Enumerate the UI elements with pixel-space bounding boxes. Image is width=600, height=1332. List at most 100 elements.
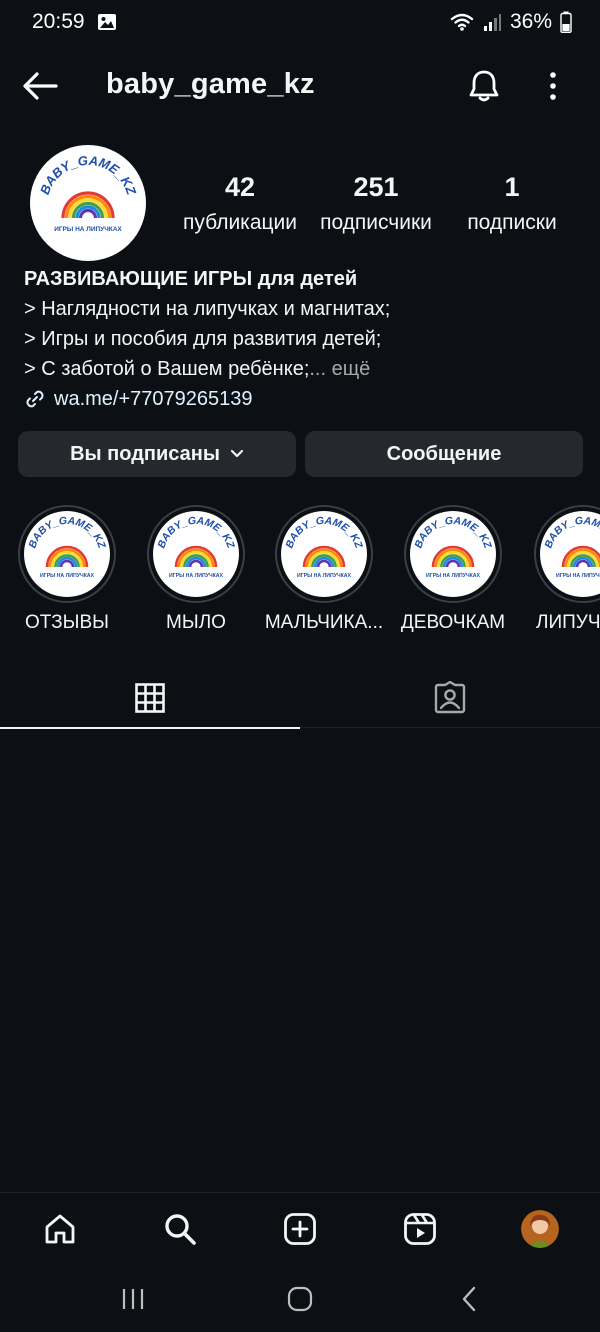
highlight-label: ОТЗЫВЫ — [25, 612, 109, 633]
bio-more-link[interactable]: ... ещё — [309, 358, 370, 380]
status-time: 20:59 — [32, 10, 85, 33]
battery-icon — [560, 11, 572, 33]
stat-followers-label: подписчики — [320, 211, 432, 234]
stat-followers-value: 251 — [353, 172, 399, 202]
nav-reels[interactable] — [400, 1209, 440, 1249]
baby-game-logo-small: BABY_GAME_KZ ИГРЫ НА ЛИПУЧКАХ — [412, 515, 493, 579]
highlight-label: МЫЛО — [166, 612, 226, 633]
chevron-down-icon — [230, 449, 244, 458]
battery-percent: 36% — [509, 10, 552, 33]
nav-create[interactable] — [280, 1209, 320, 1249]
back-button[interactable] — [450, 1284, 490, 1314]
stat-followers[interactable]: 251 подписчики — [312, 170, 440, 238]
logo-brand-text: BABY_GAME_KZ — [155, 515, 236, 551]
status-bar: 20:59 36% — [0, 0, 600, 44]
svg-text:BABY_GAME_KZ: BABY_GAME_KZ — [412, 515, 493, 551]
highlight-item[interactable]: BABY_GAME_KZ ИГРЫ НА ЛИПУЧКАХ ЛИПУЧ — [518, 505, 600, 635]
bio-title: РАЗВИВАЮЩИЕ ИГРЫ для детей — [24, 268, 358, 290]
message-button[interactable]: Сообщение — [305, 431, 583, 477]
baby-game-logo-small: BABY_GAME_KZ ИГРЫ НА ЛИПУЧКАХ — [542, 515, 600, 579]
profile-avatar[interactable]: BABY_GAME_KZ ИГРЫ НА ЛИПУЧКАХ — [30, 145, 146, 261]
nav-profile[interactable] — [520, 1209, 560, 1249]
highlight-item[interactable]: BABY_GAME_KZ ИГРЫ НА ЛИПУЧКАХ ДЕВОЧКАМ — [388, 505, 518, 635]
message-button-label: Сообщение — [386, 442, 502, 465]
highlight-cover: BABY_GAME_KZ ИГРЫ НА ЛИПУЧКАХ — [534, 505, 600, 603]
logo-tagline: ИГРЫ НА ЛИПУЧКАХ — [169, 573, 223, 579]
highlight-logo: BABY_GAME_KZ ИГРЫ НА ЛИПУЧКАХ — [281, 511, 367, 597]
home-icon — [45, 1214, 75, 1244]
highlight-label: МАЛЬЧИКА... — [264, 612, 384, 633]
gallery-icon — [97, 14, 116, 30]
plus-square-icon — [284, 1213, 316, 1245]
bell-icon[interactable] — [466, 68, 502, 104]
rainbow-stripe — [445, 559, 461, 568]
story-highlights: BABY_GAME_KZ ИГРЫ НА ЛИПУЧКАХ ОТЗЫВЫ BABY… — [0, 505, 600, 645]
svg-text:BABY_GAME_KZ: BABY_GAME_KZ — [26, 515, 107, 551]
svg-text:BABY_GAME_KZ: BABY_GAME_KZ — [155, 515, 236, 551]
stat-following[interactable]: 1 подписки — [460, 170, 564, 238]
profile-bio: РАЗВИВАЮЩИЕ ИГРЫ для детей > Наглядности… — [24, 264, 584, 414]
svg-text:BABY_GAME_KZ: BABY_GAME_KZ — [542, 515, 600, 551]
signal-icon — [483, 14, 501, 31]
highlight-cover: BABY_GAME_KZ ИГРЫ НА ЛИПУЧКАХ — [404, 505, 502, 603]
highlight-logo: BABY_GAME_KZ ИГРЫ НА ЛИПУЧКАХ — [540, 511, 600, 597]
bio-line: > Наглядности на липучках и магнитах; — [24, 298, 391, 320]
highlight-logo: BABY_GAME_KZ ИГРЫ НА ЛИПУЧКАХ — [24, 511, 110, 597]
tagged-icon — [434, 681, 466, 714]
more-vertical-icon[interactable] — [540, 70, 566, 102]
baby-game-logo: BABY_GAME_KZ ИГРЫ НА ЛИПУЧКАХ — [33, 148, 143, 258]
baby-game-logo-small: BABY_GAME_KZ ИГРЫ НА ЛИПУЧКАХ — [283, 515, 364, 579]
user-avatar — [521, 1210, 559, 1248]
recent-apps-button[interactable] — [113, 1284, 153, 1314]
logo-tagline: ИГРЫ НА ЛИПУЧКАХ — [426, 573, 480, 579]
stat-following-value: 1 — [504, 172, 520, 202]
grid-icon — [135, 683, 165, 713]
home-circle-icon — [287, 1286, 313, 1312]
highlight-cover: BABY_GAME_KZ ИГРЫ НА ЛИПУЧКАХ — [275, 505, 373, 603]
bio-website-text: wa.me/+77079265139 — [54, 388, 253, 410]
recent-apps-icon — [122, 1289, 144, 1309]
nav-home[interactable] — [40, 1209, 80, 1249]
profile-tabs — [0, 668, 600, 729]
bio-website[interactable]: wa.me/+77079265139 — [24, 384, 584, 414]
tab-tagged[interactable] — [300, 668, 600, 728]
profile-header: baby_game_kz — [0, 56, 600, 116]
rainbow-stripe — [59, 559, 75, 568]
chevron-left-icon — [462, 1286, 476, 1312]
link-icon — [26, 390, 44, 408]
logo-tagline: ИГРЫ НА ЛИПУЧКАХ — [54, 226, 122, 233]
active-tab-indicator — [0, 727, 300, 729]
following-button[interactable]: Вы подписаны — [18, 431, 296, 477]
logo-brand-text: BABY_GAME_KZ — [283, 515, 364, 551]
highlight-item[interactable]: BABY_GAME_KZ ИГРЫ НА ЛИПУЧКАХ МАЛЬЧИКА... — [259, 505, 389, 635]
svg-text:BABY_GAME_KZ: BABY_GAME_KZ — [283, 515, 364, 551]
profile-username: baby_game_kz — [106, 68, 315, 100]
wifi-icon — [450, 13, 474, 31]
highlight-cover: BABY_GAME_KZ ИГРЫ НА ЛИПУЧКАХ — [18, 505, 116, 603]
stat-posts-label: публикации — [183, 211, 297, 234]
logo-tagline: ИГРЫ НА ЛИПУЧКАХ — [297, 573, 351, 579]
highlight-label: ДЕВОЧКАМ — [400, 612, 506, 633]
baby-game-logo-small: BABY_GAME_KZ ИГРЫ НА ЛИПУЧКАХ — [155, 515, 236, 579]
bio-line: > Игры и пособия для развития детей; — [24, 328, 382, 350]
baby-game-logo-small: BABY_GAME_KZ ИГРЫ НА ЛИПУЧКАХ — [26, 515, 107, 579]
nav-search[interactable] — [160, 1209, 200, 1249]
logo-brand-text: BABY_GAME_KZ — [26, 515, 107, 551]
rainbow-stripe — [316, 559, 332, 568]
logo-brand-text: BABY_GAME_KZ — [412, 515, 493, 551]
logo-brand-text: BABY_GAME_KZ — [542, 515, 600, 551]
highlight-item[interactable]: BABY_GAME_KZ ИГРЫ НА ЛИПУЧКАХ ОТЗЫВЫ — [2, 505, 132, 635]
rainbow-stripe — [575, 559, 591, 568]
highlight-label: ЛИПУЧ — [536, 612, 600, 633]
tab-posts-grid[interactable] — [0, 668, 300, 729]
logo-tagline: ИГРЫ НА ЛИПУЧКАХ — [556, 573, 600, 579]
arrow-left-icon[interactable] — [22, 70, 58, 102]
following-button-label: Вы подписаны — [70, 442, 220, 465]
search-icon — [165, 1214, 196, 1245]
home-button[interactable] — [280, 1284, 320, 1314]
highlight-item[interactable]: BABY_GAME_KZ ИГРЫ НА ЛИПУЧКАХ МЫЛО — [131, 505, 261, 635]
stat-posts[interactable]: 42 публикации — [178, 170, 302, 238]
stat-posts-value: 42 — [224, 172, 256, 202]
rainbow-stripe — [188, 559, 204, 568]
highlight-logo: BABY_GAME_KZ ИГРЫ НА ЛИПУЧКАХ — [153, 511, 239, 597]
